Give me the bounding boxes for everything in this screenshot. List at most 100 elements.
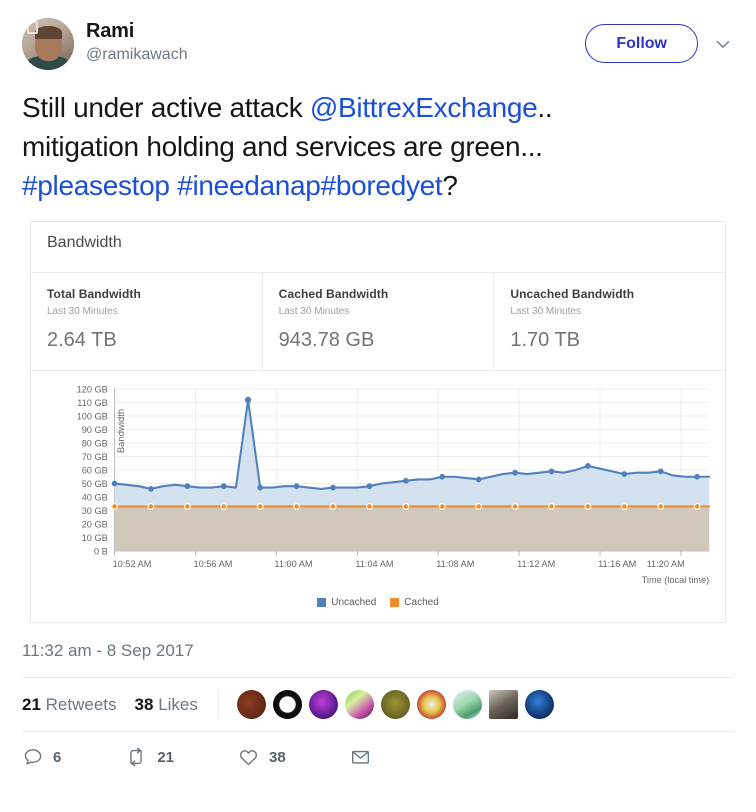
stat-title: Uncached Bandwidth: [510, 287, 635, 301]
retweet-button[interactable]: 21: [124, 746, 174, 768]
hashtag-pleasestop[interactable]: #pleasestop: [22, 170, 170, 201]
series-point: [111, 480, 118, 487]
hashtag-boredyet[interactable]: #boredyet: [321, 170, 443, 201]
series-point: [111, 502, 119, 511]
stat-value: 1.70 TB: [510, 329, 581, 351]
series-point: [439, 473, 446, 480]
tweet-text-end: ?: [442, 170, 458, 201]
series-point: [402, 502, 410, 511]
series-point: [220, 502, 228, 511]
tweet-action-bar: 6 21 38: [22, 732, 734, 784]
header-actions: Follow: [585, 18, 734, 63]
facepile: [217, 690, 554, 719]
facepile-avatar[interactable]: [344, 690, 374, 719]
series-point: [330, 484, 336, 491]
facepile-avatar[interactable]: [380, 690, 410, 719]
series-point: [403, 477, 409, 484]
bandwidth-chart-svg: 120 GB 110 GB 100 GB 90 GB 80 GB 70 GB 60 GB 50…: [77, 384, 711, 585]
like-button[interactable]: 38: [237, 746, 286, 768]
x-axis-tick-label: 10:56 AM: [194, 559, 233, 569]
series-point: [329, 502, 337, 511]
mention-link[interactable]: @BittrexExchange: [310, 92, 538, 123]
likes-label: Likes: [158, 694, 198, 714]
series-point: [183, 502, 191, 511]
series-point: [184, 483, 191, 490]
x-axis-tick-label: 11:08 AM: [436, 559, 474, 569]
hashtag-ineedanap[interactable]: #ineedanap: [177, 170, 321, 201]
facepile-avatar[interactable]: [416, 690, 446, 719]
avatar-hair: [35, 26, 62, 39]
y-axis-tick-label: 80 GB: [82, 438, 108, 448]
series-point: [220, 483, 227, 490]
stat-uncached-bandwidth: Uncached Bandwidth Last 30 Minutes 1.70 …: [494, 273, 725, 370]
x-axis-tick-label: 11:12 AM: [517, 559, 555, 569]
tweet-timestamp[interactable]: 11:32 am - 8 Sep 2017: [22, 623, 734, 677]
stat-title: Total Bandwidth: [47, 287, 141, 301]
y-axis-tick-label: 60 GB: [82, 465, 108, 475]
chevron-down-icon[interactable]: [712, 33, 734, 55]
avatar[interactable]: [22, 18, 74, 70]
tweet-card: Rami @ramikawach Follow Still under acti…: [0, 0, 756, 784]
legend-item-cached[interactable]: Cached: [390, 597, 439, 608]
display-name[interactable]: Rami: [86, 19, 585, 43]
series-point: [475, 476, 482, 483]
retweet-count: 21: [157, 748, 175, 766]
chart-legend: Uncached Cached: [39, 596, 717, 616]
facepile-avatar[interactable]: [236, 690, 266, 719]
series-point: [147, 502, 155, 511]
series-point: [694, 473, 700, 480]
y-axis-tick-label: 90 GB: [82, 425, 108, 435]
retweets-number: 21: [22, 694, 41, 714]
series-point: [256, 502, 264, 511]
stat-subtitle: Last 30 Minutes: [278, 306, 350, 317]
likes-count[interactable]: 38 Likes: [135, 695, 198, 715]
facepile-avatar[interactable]: [272, 690, 302, 719]
tweet-text-part1: Still under active attack: [22, 92, 310, 123]
stat-cached-bandwidth: Cached Bandwidth Last 30 Minutes 943.78 …: [263, 273, 495, 370]
envelope-icon: [351, 750, 369, 764]
stat-value: 943.78 GB: [278, 329, 375, 351]
facepile-avatar[interactable]: [488, 690, 518, 719]
x-axis-tick-label: 10:52 AM: [113, 559, 152, 569]
follow-button[interactable]: Follow: [585, 24, 698, 63]
direct-message-button[interactable]: [349, 746, 381, 768]
series-point: [620, 502, 628, 511]
x-axis-tick-label: 11:00 AM: [274, 559, 312, 569]
tweet-header: Rami @ramikawach Follow: [22, 0, 734, 76]
x-axis-tick-label: 11:20 AM: [647, 559, 685, 569]
series-point: [365, 502, 373, 511]
series-point: [293, 502, 301, 511]
bandwidth-card-title: Bandwidth: [31, 222, 725, 273]
series-point: [547, 502, 555, 511]
bandwidth-card[interactable]: Bandwidth Total Bandwidth Last 30 Minute…: [30, 221, 726, 623]
series-point: [657, 468, 664, 475]
series-point: [548, 468, 555, 475]
retweets-label: Retweets: [45, 694, 117, 714]
stat-title: Cached Bandwidth: [278, 287, 389, 301]
y-axis-tick-label: 20 GB: [82, 519, 108, 529]
retweets-count[interactable]: 21 Retweets: [22, 695, 117, 715]
y-axis-tick-label: 10 GB: [82, 533, 108, 543]
facepile-avatar[interactable]: [452, 690, 482, 719]
tweet-text-line2: mitigation holding and services are gree…: [22, 131, 543, 162]
legend-item-uncached[interactable]: Uncached: [317, 597, 376, 608]
series-point: [511, 502, 519, 511]
series-point: [585, 463, 591, 469]
series-point: [148, 486, 154, 492]
avatar-frame-corner: [27, 21, 38, 34]
facepile-avatar[interactable]: [524, 690, 554, 719]
stat-total-bandwidth: Total Bandwidth Last 30 Minutes 2.64 TB: [31, 273, 263, 370]
tweet-text: Still under active attack @BittrexExchan…: [22, 76, 734, 215]
x-axis-title: Time (local time): [642, 575, 710, 585]
retweet-icon: [130, 747, 143, 767]
reply-button[interactable]: 6: [22, 746, 61, 768]
series-point: [584, 502, 592, 511]
bandwidth-chart: 120 GB 110 GB 100 GB 90 GB 80 GB 70 GB 60 GB 50…: [31, 371, 725, 622]
account-handle[interactable]: @ramikawach: [86, 44, 585, 65]
legend-label: Uncached: [331, 597, 377, 608]
stat-value: 2.64 TB: [47, 329, 117, 351]
y-axis-tick-label: 30 GB: [82, 506, 108, 516]
facepile-avatar[interactable]: [308, 690, 338, 719]
account-names: Rami @ramikawach: [86, 18, 585, 65]
reply-count: 6: [53, 748, 62, 766]
